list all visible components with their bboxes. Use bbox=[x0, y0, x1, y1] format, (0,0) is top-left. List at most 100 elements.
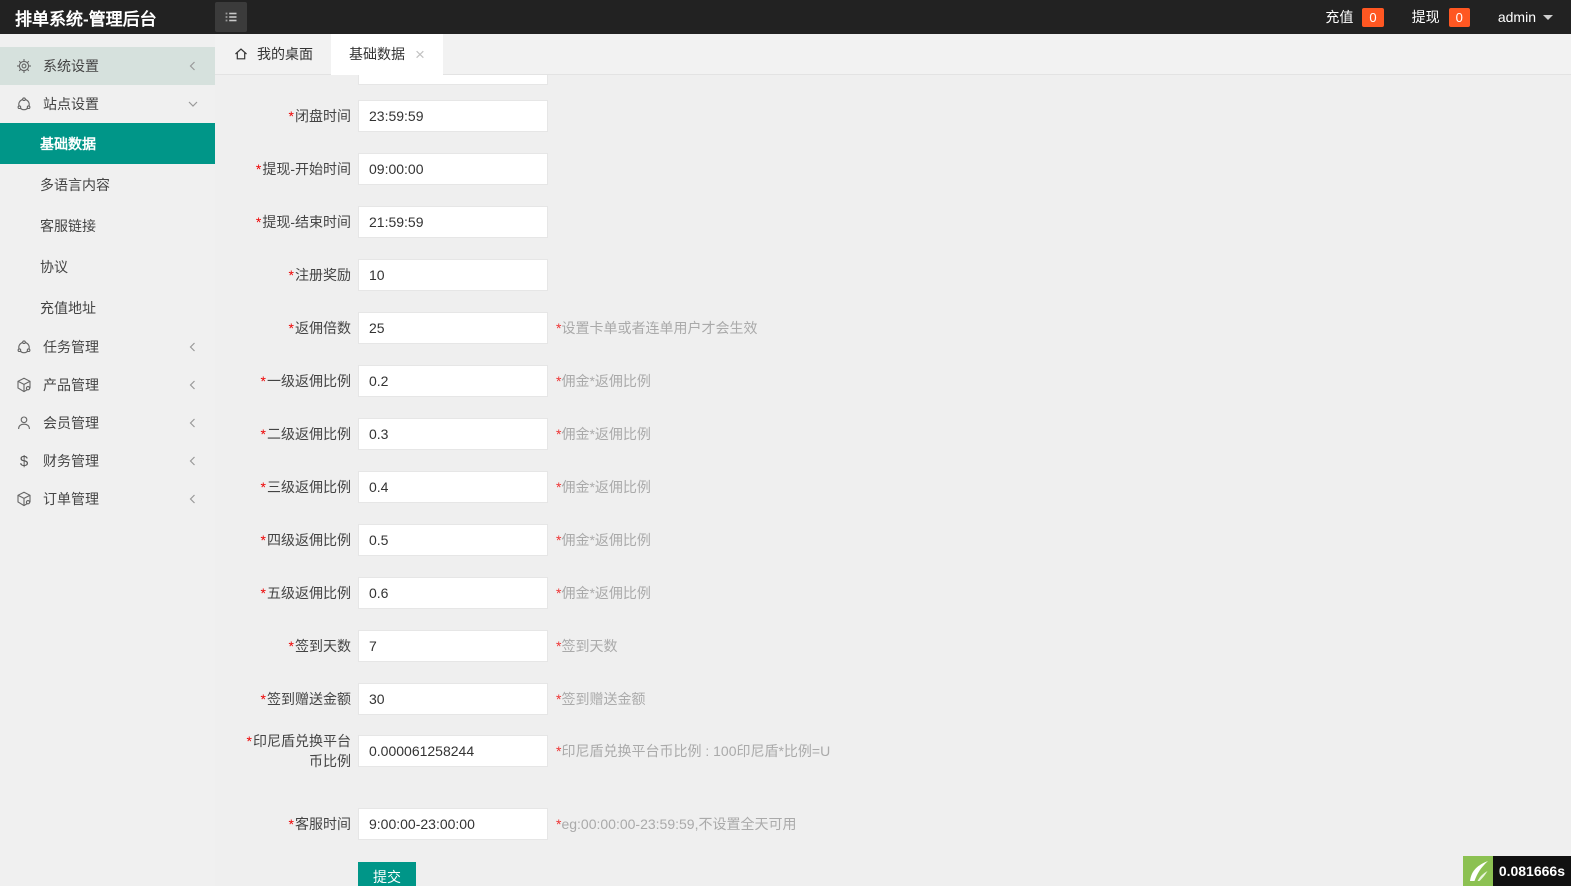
task-icon bbox=[16, 339, 32, 355]
sidebar-nav: 系统设置 站点设置 bbox=[0, 34, 215, 886]
required-asterisk: * bbox=[247, 733, 252, 749]
field-hint: *签到赠送金额 bbox=[556, 689, 645, 709]
required-asterisk: * bbox=[289, 267, 294, 283]
username: admin bbox=[1498, 9, 1536, 25]
product-icon bbox=[16, 377, 32, 393]
sidebar-item-service-links[interactable]: 客服链接 bbox=[0, 205, 215, 246]
sidebar-item-system-settings[interactable]: 系统设置 bbox=[0, 47, 215, 85]
recharge-label: 充值 bbox=[1325, 7, 1353, 27]
form-row: *签到天数 *签到天数 bbox=[215, 630, 1571, 662]
tab-bar: 我的桌面 基础数据 × bbox=[215, 34, 1571, 75]
sidebar-item-site-settings[interactable]: 站点设置 bbox=[0, 85, 215, 123]
form-row: *签到赠送金额 *签到赠送金额 bbox=[215, 683, 1571, 715]
field-hint: *佣金*返佣比例 bbox=[556, 530, 651, 550]
admin-page: 排单系统-管理后台 充值 0 提现 0 bbox=[0, 0, 1571, 886]
submit-button[interactable]: 提交 bbox=[358, 862, 416, 886]
gear-icon bbox=[16, 58, 32, 74]
field-hint: *印尼盾兑换平台币比例 : 100印尼盾*比例=U bbox=[556, 741, 830, 761]
chevron-left-icon bbox=[187, 379, 199, 391]
chevron-left-icon bbox=[187, 493, 199, 505]
trace-bar: 0.081666s bbox=[1463, 856, 1571, 886]
sidebar-item-member-management[interactable]: 会员管理 bbox=[0, 404, 215, 442]
sidebar-item-task-management[interactable]: 任务管理 bbox=[0, 328, 215, 366]
sidebar-item-agreement[interactable]: 协议 bbox=[0, 246, 215, 287]
site-icon bbox=[16, 96, 32, 112]
level2-rebate-ratio-input[interactable] bbox=[358, 418, 548, 450]
sidebar-item-finance-management[interactable]: $ 财务管理 bbox=[0, 442, 215, 480]
withdraw-start-time-input[interactable] bbox=[358, 153, 548, 185]
recharge-link[interactable]: 充值 0 bbox=[1325, 7, 1383, 27]
top-bar: 排单系统-管理后台 充值 0 提现 0 bbox=[0, 0, 1571, 34]
scrolled-cutoff-input[interactable] bbox=[358, 75, 548, 85]
chevron-down-icon bbox=[187, 98, 199, 110]
sidebar-item-recharge-address[interactable]: 充值地址 bbox=[0, 287, 215, 328]
chevron-left-icon bbox=[187, 341, 199, 353]
field-hint: *佣金*返佣比例 bbox=[556, 477, 651, 497]
form-row: *三级返佣比例 *佣金*返佣比例 bbox=[215, 471, 1571, 503]
topbar-actions: 充值 0 提现 0 admin bbox=[1325, 7, 1571, 27]
chevron-left-icon bbox=[187, 455, 199, 467]
closing-time-input[interactable] bbox=[358, 100, 548, 132]
signin-days-input[interactable] bbox=[358, 630, 548, 662]
caret-down-icon bbox=[1543, 15, 1553, 20]
recharge-count-badge: 0 bbox=[1362, 8, 1383, 27]
required-asterisk: * bbox=[256, 161, 261, 177]
required-asterisk: * bbox=[289, 816, 294, 832]
required-asterisk: * bbox=[261, 691, 266, 707]
form-row: *五级返佣比例 *佣金*返佣比例 bbox=[215, 577, 1571, 609]
sidebar-item-order-management[interactable]: 订单管理 bbox=[0, 480, 215, 518]
field-hint: *设置卡单或者连单用户才会生效 bbox=[556, 318, 757, 338]
app-title: 排单系统-管理后台 bbox=[0, 5, 205, 30]
withdraw-count-badge: 0 bbox=[1449, 8, 1470, 27]
order-icon bbox=[16, 491, 32, 507]
form-row: *印尼盾兑换平台币比例 *印尼盾兑换平台币比例 : 100印尼盾*比例=U bbox=[215, 731, 1571, 771]
main-panel: 我的桌面 基础数据 × *闭盘时间 *提现-开始时间 *提 bbox=[215, 34, 1571, 886]
required-asterisk: * bbox=[256, 214, 261, 230]
form-row: *四级返佣比例 *佣金*返佣比例 bbox=[215, 524, 1571, 556]
field-hint: *佣金*返佣比例 bbox=[556, 424, 651, 444]
level1-rebate-ratio-input[interactable] bbox=[358, 365, 548, 397]
home-icon bbox=[233, 46, 249, 62]
sidebar-item-multilanguage[interactable]: 多语言内容 bbox=[0, 164, 215, 205]
sidebar-toggle-button[interactable] bbox=[215, 2, 247, 32]
rebate-multiplier-input[interactable] bbox=[358, 312, 548, 344]
required-asterisk: * bbox=[261, 585, 266, 601]
signin-bonus-input[interactable] bbox=[358, 683, 548, 715]
field-hint: *签到天数 bbox=[556, 636, 617, 656]
withdraw-link[interactable]: 提现 0 bbox=[1412, 7, 1470, 27]
withdraw-label: 提现 bbox=[1412, 7, 1440, 27]
form-row: *二级返佣比例 *佣金*返佣比例 bbox=[215, 418, 1571, 450]
form-row: *闭盘时间 bbox=[215, 100, 1571, 132]
withdraw-end-time-input[interactable] bbox=[358, 206, 548, 238]
chevron-left-icon bbox=[187, 417, 199, 429]
load-time-badge: 0.081666s bbox=[1493, 856, 1571, 886]
required-asterisk: * bbox=[261, 479, 266, 495]
thinkphp-logo-icon[interactable] bbox=[1463, 856, 1493, 886]
form-row: *返佣倍数 *设置卡单或者连单用户才会生效 bbox=[215, 312, 1571, 344]
form-row: *注册奖励 bbox=[215, 259, 1571, 291]
tab-basic-data[interactable]: 基础数据 × bbox=[331, 34, 443, 75]
form-row: *提现-开始时间 bbox=[215, 153, 1571, 185]
service-time-input[interactable] bbox=[358, 808, 548, 840]
chevron-left-icon bbox=[187, 60, 199, 72]
user-menu[interactable]: admin bbox=[1498, 9, 1553, 25]
required-asterisk: * bbox=[261, 532, 266, 548]
sidebar-item-basic-data[interactable]: 基础数据 bbox=[0, 123, 215, 164]
level4-rebate-ratio-input[interactable] bbox=[358, 524, 548, 556]
dollar-icon: $ bbox=[16, 453, 32, 470]
member-icon bbox=[16, 415, 32, 431]
required-asterisk: * bbox=[289, 108, 294, 124]
close-icon[interactable]: × bbox=[415, 46, 425, 63]
required-asterisk: * bbox=[261, 373, 266, 389]
level5-rebate-ratio-input[interactable] bbox=[358, 577, 548, 609]
idr-exchange-ratio-input[interactable] bbox=[358, 735, 548, 767]
form-row: *一级返佣比例 *佣金*返佣比例 bbox=[215, 365, 1571, 397]
sidebar-item-product-management[interactable]: 产品管理 bbox=[0, 366, 215, 404]
register-reward-input[interactable] bbox=[358, 259, 548, 291]
form-row: *提现-结束时间 bbox=[215, 206, 1571, 238]
level3-rebate-ratio-input[interactable] bbox=[358, 471, 548, 503]
tab-desktop[interactable]: 我的桌面 bbox=[215, 34, 331, 74]
field-hint: *佣金*返佣比例 bbox=[556, 583, 651, 603]
form-row: *客服时间 *eg:00:00:00-23:59:59,不设置全天可用 bbox=[215, 808, 1571, 840]
field-hint: *佣金*返佣比例 bbox=[556, 371, 651, 391]
